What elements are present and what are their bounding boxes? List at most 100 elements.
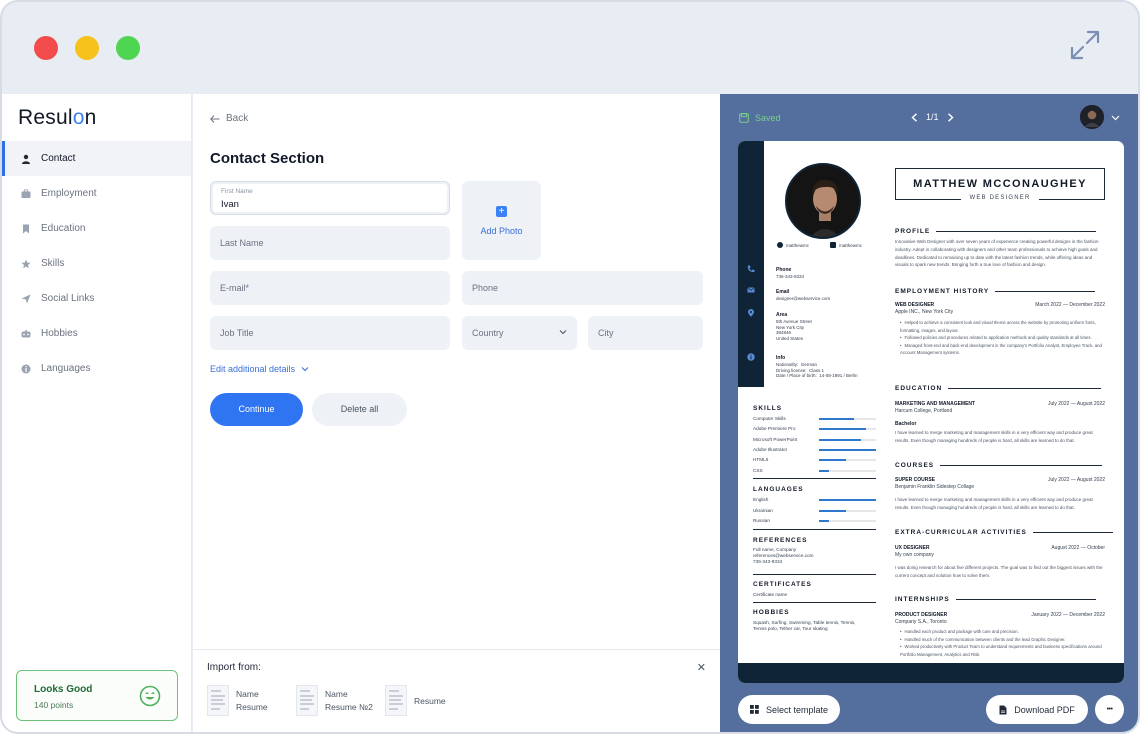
zoom-window-button[interactable] (116, 36, 140, 60)
back-link[interactable]: Back (210, 113, 248, 124)
references-heading: REFERENCES (753, 537, 808, 544)
sidebar-item-label: Contact (41, 153, 76, 164)
sidebar-item-label: Employment (41, 188, 97, 199)
logo: Resulon (18, 106, 97, 129)
skill-level-bar (819, 509, 876, 512)
delete-all-button[interactable]: Delete all (312, 393, 407, 426)
education-text: I have learned to merge marketing and ma… (895, 430, 1093, 443)
certificates-heading: CERTIFICATES (753, 581, 812, 588)
course-title: SUPER COURSE (895, 477, 936, 483)
edit-additional-details-link[interactable]: Edit additional details (210, 364, 309, 374)
plus-icon: + (496, 206, 507, 217)
skill-level-bar (819, 418, 876, 420)
country-placeholder: Country (472, 328, 504, 338)
import-panel: Import from: ✕ Name Resume Name Resume №… (193, 649, 720, 732)
email-value: designer@webservice.com (776, 296, 831, 301)
extra-heading: EXTRA-CURRICULAR ACTIVITIES (895, 529, 1113, 536)
sidebar-item-contact[interactable]: Contact (2, 141, 191, 176)
extra-date: August 2022 — October (1051, 545, 1105, 551)
languages-heading: LANGUAGES (753, 486, 804, 493)
country-select[interactable]: Country (462, 316, 577, 350)
sidebar-item-employment[interactable]: Employment (2, 176, 191, 211)
add-photo-button[interactable]: + Add Photo (462, 181, 541, 260)
skills-heading: SKILLS (753, 405, 783, 412)
sidebar-item-label: Education (41, 223, 86, 234)
references-text: Full name, Company references@webservice… (753, 547, 814, 564)
import-item-resume[interactable]: Name Resume (207, 685, 268, 716)
sidebar-item-languages[interactable]: Languages (2, 351, 191, 386)
score-points: 140 points (34, 700, 74, 710)
skill-level-bar (819, 448, 876, 451)
hobbies-heading: HOBBIES (753, 609, 790, 616)
facebook-icon (777, 242, 783, 248)
email-field[interactable]: E-mail* (210, 271, 450, 305)
email-label: Email (776, 289, 790, 295)
import-title: Import from: (207, 662, 261, 673)
info-icon (20, 363, 32, 375)
skill-level-fill (819, 418, 855, 420)
sidebar-item-skills[interactable]: Skills (2, 246, 191, 281)
internship-company: Company S.A., Toronto (895, 619, 947, 625)
employment-heading: EMPLOYMENT HISTORY (895, 288, 1096, 295)
resume-role: WEB DESIGNER (961, 195, 1039, 201)
avatar[interactable] (1080, 105, 1104, 129)
skill-name: Ukrainian (753, 507, 773, 513)
city-field[interactable]: City (588, 316, 703, 350)
sidebar-item-education[interactable]: Education (2, 211, 191, 246)
resume-thumbnail (385, 685, 407, 716)
skill-level-fill (819, 428, 866, 431)
job-title-placeholder: Job Title (220, 328, 254, 338)
chevron-down-icon[interactable] (1111, 113, 1120, 122)
skill-level-fill (819, 509, 847, 512)
download-pdf-button[interactable]: Download PDF (986, 695, 1088, 724)
course-school: Benjamin Franklin Sidestep Collage (895, 484, 975, 490)
sidebar-item-social-links[interactable]: Social Links (2, 281, 191, 316)
area-value: 5th Avenue Street New York City 384846 U… (776, 319, 812, 341)
chevron-left-icon[interactable] (911, 112, 918, 122)
skill-row: Ukrainian (753, 508, 878, 515)
import-item-label: Resume (414, 695, 446, 706)
first-name-field[interactable]: First Name Ivan (210, 181, 450, 215)
skill-name: English (753, 497, 769, 502)
skill-level-bar (819, 499, 876, 501)
phone-value: 736-343-9334 (776, 274, 805, 279)
skill-row: CSS (753, 468, 878, 475)
chevron-right-icon[interactable] (947, 112, 954, 122)
continue-button[interactable]: Continue (210, 393, 303, 426)
gamepad-icon (20, 328, 32, 340)
more-options-button[interactable]: ••• (1095, 695, 1124, 724)
profile-heading: PROFILE (895, 228, 1097, 235)
education-title: MARKETING AND MANAGEMENT (895, 401, 976, 407)
sidebar-item-hobbies[interactable]: Hobbies (2, 316, 191, 351)
select-template-button[interactable]: Select template (738, 695, 840, 724)
import-item-label: Name Resume (236, 689, 268, 712)
score-card[interactable]: Looks Good 140 points (16, 670, 178, 721)
education-degree: Bachelor (895, 421, 917, 427)
phone-label: Phone (776, 267, 792, 273)
email-placeholder: E-mail* (220, 283, 250, 293)
info-label: Info (776, 355, 786, 361)
download-label: Download PDF (1014, 704, 1075, 715)
minimize-window-button[interactable] (75, 36, 99, 60)
expand-icon[interactable] (1068, 28, 1102, 62)
last-name-field[interactable]: Last Name (210, 226, 450, 260)
skill-name: Computer Skills (753, 416, 786, 421)
import-item-resume-3[interactable]: Resume (385, 685, 446, 716)
job-title-field[interactable]: Job Title (210, 316, 450, 350)
more-icon: ••• (1106, 706, 1113, 713)
skill-level-bar (819, 520, 876, 522)
page-indicator: 1/1 (926, 112, 939, 122)
close-icon[interactable]: ✕ (697, 661, 706, 674)
phone-field[interactable]: Phone (462, 271, 703, 305)
close-window-button[interactable] (34, 36, 58, 60)
chevron-down-icon (301, 367, 309, 372)
skill-level-fill (819, 469, 830, 472)
info-value: Nationality: German Driving license: Cla… (776, 362, 858, 379)
internship-bullets: Handled each product and package with ca… (900, 628, 1105, 658)
employment-company: Apple INC., New York City (895, 309, 954, 315)
course-text: I have learned to merge marketing and ma… (895, 497, 1093, 510)
import-item-resume-2[interactable]: Name Resume №2 (296, 685, 373, 716)
select-template-label: Select template (765, 704, 829, 715)
skill-row: HTML5 (753, 457, 878, 464)
back-label: Back (226, 113, 249, 124)
